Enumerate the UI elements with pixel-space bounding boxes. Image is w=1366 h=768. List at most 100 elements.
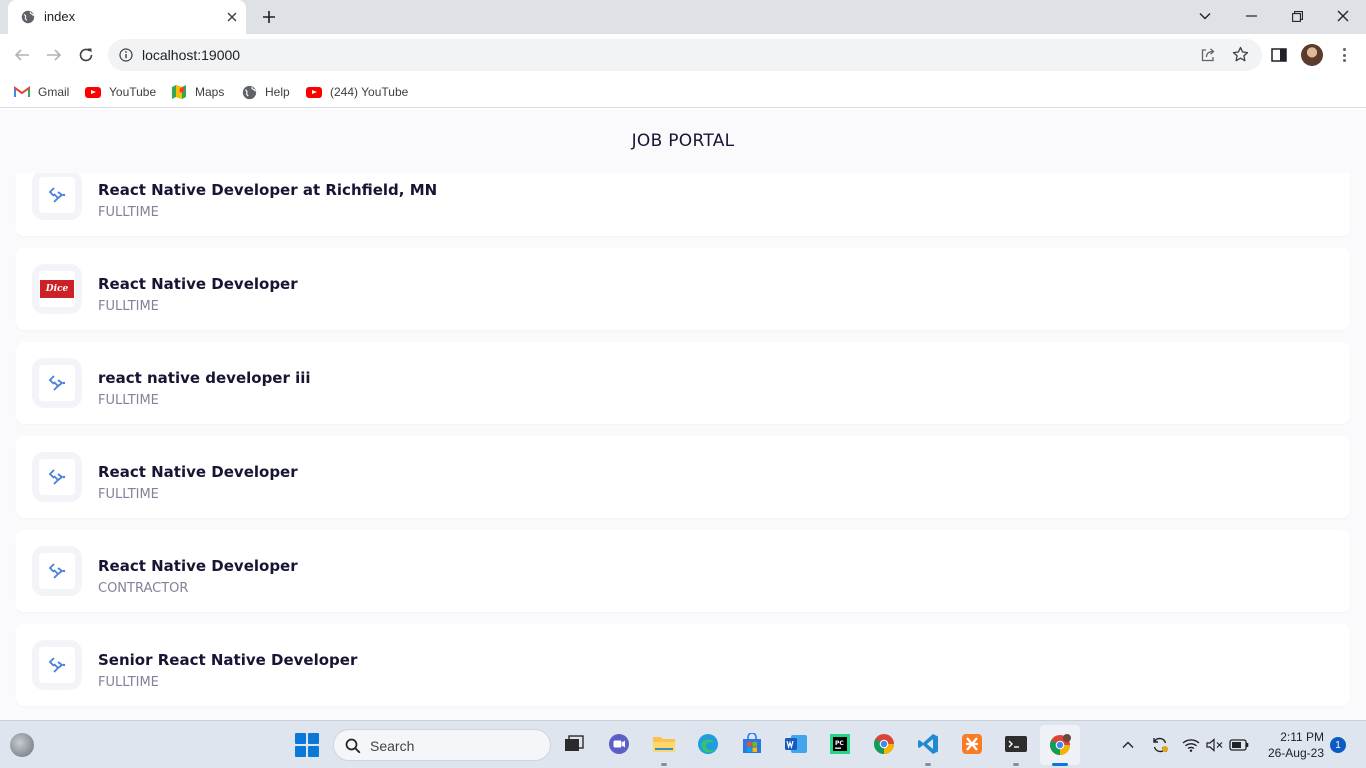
job-title: React Native Developer at Richfield, MN xyxy=(98,181,438,199)
battery-icon[interactable] xyxy=(1229,735,1249,755)
bookmark-star-icon[interactable] xyxy=(1232,46,1249,63)
share-icon[interactable] xyxy=(1200,47,1216,63)
job-card[interactable]: React Native Developer FULLTIME xyxy=(16,436,1350,518)
windows-taskbar: Search PC 2:11 PM 26-Aug-23 1 xyxy=(0,720,1366,768)
company-logo xyxy=(32,170,82,220)
dice-logo: Dice xyxy=(40,280,74,298)
app-header: JOB PORTAL xyxy=(0,109,1366,173)
bookmark-label: Maps xyxy=(195,85,225,99)
placeholder-logo-icon xyxy=(48,375,66,391)
globe-icon xyxy=(21,10,35,24)
weather-widget-icon[interactable] xyxy=(10,733,34,757)
job-card[interactable]: Dice React Native Developer FULLTIME xyxy=(16,248,1350,330)
bookmark-label: Gmail xyxy=(38,85,70,99)
more-menu-icon[interactable] xyxy=(1337,46,1351,64)
vscode-icon[interactable] xyxy=(915,731,941,757)
svg-text:PC: PC xyxy=(835,740,844,747)
job-type: CONTRACTOR xyxy=(98,581,189,596)
running-indicator xyxy=(661,763,667,766)
close-window-icon[interactable] xyxy=(1332,6,1354,26)
page-title: JOB PORTAL xyxy=(631,131,735,151)
pycharm-icon[interactable]: PC xyxy=(827,731,853,757)
bookmark-gmail[interactable]: Gmail xyxy=(14,82,69,102)
job-type: FULLTIME xyxy=(98,675,159,690)
sync-icon[interactable] xyxy=(1150,735,1170,755)
job-type: FULLTIME xyxy=(98,299,159,314)
browser-toolbar: localhost:19000 xyxy=(0,34,1366,76)
taskbar-search[interactable]: Search xyxy=(333,729,551,761)
job-card[interactable]: Senior React Native Developer FULLTIME xyxy=(16,624,1350,706)
running-indicator xyxy=(925,763,931,766)
bookmark-label: YouTube xyxy=(109,85,157,99)
company-logo xyxy=(32,546,82,596)
side-panel-icon[interactable] xyxy=(1271,47,1287,63)
bookmark-youtube[interactable]: YouTube xyxy=(85,82,156,102)
bookmark-label: Help xyxy=(265,85,290,99)
running-indicator xyxy=(1013,763,1019,766)
gmail-icon xyxy=(14,84,30,100)
task-view-icon[interactable] xyxy=(561,731,587,757)
job-card[interactable]: react native developer iii FULLTIME xyxy=(16,342,1350,424)
search-icon xyxy=(345,738,361,754)
site-info-icon[interactable] xyxy=(119,48,133,62)
job-card[interactable]: React Native Developer CONTRACTOR xyxy=(16,530,1350,612)
back-arrow-icon[interactable] xyxy=(11,44,33,66)
xampp-icon[interactable] xyxy=(959,731,985,757)
bookmarks-bar: Gmail YouTube Maps Help (244) YouTube xyxy=(0,76,1366,108)
clock-time: 2:11 PM xyxy=(1280,730,1324,744)
profile-avatar[interactable] xyxy=(1301,44,1323,66)
job-title: React Native Developer xyxy=(98,275,298,293)
system-clock[interactable]: 2:11 PM 26-Aug-23 xyxy=(1262,729,1324,761)
browser-tab[interactable]: index xyxy=(8,0,246,34)
tab-search-chevron-icon[interactable] xyxy=(1194,6,1216,26)
job-title: react native developer iii xyxy=(98,369,311,387)
forward-arrow-icon[interactable] xyxy=(43,44,65,66)
job-title: Senior React Native Developer xyxy=(98,651,358,669)
tab-title: index xyxy=(44,9,76,24)
youtube-icon xyxy=(306,84,322,100)
search-label: Search xyxy=(370,738,415,754)
chrome-icon[interactable] xyxy=(871,731,897,757)
placeholder-logo-icon xyxy=(48,563,66,579)
file-explorer-icon[interactable] xyxy=(651,731,677,757)
job-type: FULLTIME xyxy=(98,393,159,408)
company-logo xyxy=(32,640,82,690)
clock-date: 26-Aug-23 xyxy=(1267,746,1324,760)
url-text[interactable]: localhost:19000 xyxy=(142,47,240,63)
job-type: FULLTIME xyxy=(98,487,159,502)
tab-strip: index xyxy=(0,0,1366,34)
job-title: React Native Developer xyxy=(98,463,298,481)
maps-icon xyxy=(171,84,187,100)
company-logo xyxy=(32,452,82,502)
reload-icon[interactable] xyxy=(75,44,97,66)
placeholder-logo-icon xyxy=(48,469,66,485)
company-logo xyxy=(32,358,82,408)
job-title: React Native Developer xyxy=(98,557,298,575)
start-button[interactable] xyxy=(295,733,319,757)
word-icon[interactable] xyxy=(783,731,809,757)
address-bar[interactable]: localhost:19000 xyxy=(108,39,1262,71)
page-content: JOB PORTAL React Native Developer at Ric… xyxy=(0,109,1366,720)
wifi-icon[interactable] xyxy=(1181,735,1201,755)
placeholder-logo-icon xyxy=(48,657,66,673)
edge-icon[interactable] xyxy=(695,731,721,757)
active-indicator xyxy=(1052,763,1068,766)
company-logo: Dice xyxy=(32,264,82,314)
close-tab-icon[interactable] xyxy=(224,9,240,25)
new-tab-icon[interactable] xyxy=(260,8,278,26)
chrome-active-icon[interactable] xyxy=(1040,725,1080,765)
chevron-up-icon[interactable] xyxy=(1118,735,1138,755)
volume-muted-icon[interactable] xyxy=(1205,735,1225,755)
bookmark-help[interactable]: Help xyxy=(241,82,290,102)
bookmark-youtube-244[interactable]: (244) YouTube xyxy=(306,82,408,102)
teams-chat-icon[interactable] xyxy=(606,731,632,757)
notification-badge[interactable]: 1 xyxy=(1330,737,1346,753)
minimize-icon[interactable] xyxy=(1240,6,1262,26)
terminal-icon[interactable] xyxy=(1003,731,1029,757)
placeholder-logo-icon xyxy=(48,187,66,203)
globe-icon xyxy=(241,84,257,100)
restore-icon[interactable] xyxy=(1286,6,1308,26)
bookmark-maps[interactable]: Maps xyxy=(171,82,224,102)
microsoft-store-icon[interactable] xyxy=(739,731,765,757)
job-type: FULLTIME xyxy=(98,205,159,220)
